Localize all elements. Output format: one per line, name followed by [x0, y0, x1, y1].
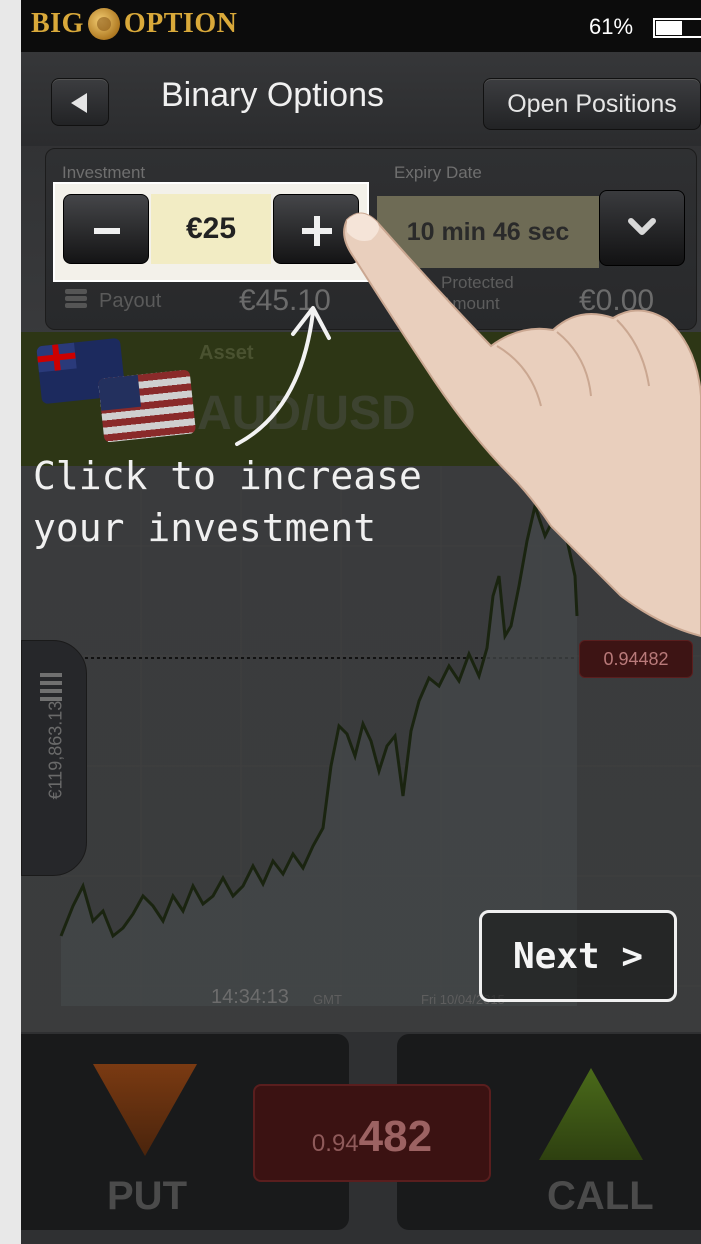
call-label: CALL	[547, 1174, 654, 1218]
down-triangle-icon	[93, 1064, 197, 1156]
investment-label: Investment	[62, 163, 146, 182]
open-positions-button[interactable]: Open Positions	[483, 78, 701, 130]
rate-prefix: 0.94	[311, 1130, 359, 1157]
account-balance: €119,863.13	[46, 701, 67, 800]
current-rate: 0.94 482	[253, 1084, 491, 1182]
up-triangle-icon	[539, 1068, 643, 1160]
decrease-investment-button[interactable]	[63, 194, 149, 264]
minus-icon	[94, 228, 120, 234]
back-button[interactable]	[51, 78, 109, 126]
investment-value: €25	[151, 194, 271, 264]
brand-logo: BIG OPTION	[31, 8, 237, 40]
chart-timezone: GMT	[313, 992, 342, 1007]
back-arrow-icon	[71, 93, 87, 113]
grip-icon	[40, 673, 62, 701]
usa-flag-icon	[97, 369, 197, 443]
battery-icon	[653, 18, 701, 38]
expiry-label: Expiry Date	[394, 163, 482, 182]
plus-icon-vertical	[314, 216, 320, 246]
balance-drawer-tab[interactable]: €119,863.13	[21, 640, 87, 876]
next-button[interactable]: Next >	[479, 910, 677, 1002]
status-bar: BIG OPTION 61%	[21, 0, 701, 52]
pointing-hand-icon	[343, 212, 701, 638]
put-label: PUT	[107, 1174, 187, 1218]
navigation-bar: Binary Options Open Positions	[21, 52, 701, 146]
page-title: Binary Options	[161, 76, 384, 114]
globe-logo-icon	[87, 8, 120, 40]
brand-text-right: OPTION	[123, 8, 238, 39]
chart-time: 14:34:13	[211, 986, 289, 1008]
phone-screen: BIG OPTION 61% Binary Options Open Posit…	[21, 0, 701, 1244]
payout-label: Payout	[99, 290, 162, 312]
battery-percentage: 61%	[589, 14, 634, 39]
rate-suffix: 482	[358, 1112, 433, 1161]
account-balance-value: €119,863.13	[45, 700, 66, 800]
brand-text-left: BIG	[31, 8, 84, 39]
coins-icon	[65, 289, 87, 308]
